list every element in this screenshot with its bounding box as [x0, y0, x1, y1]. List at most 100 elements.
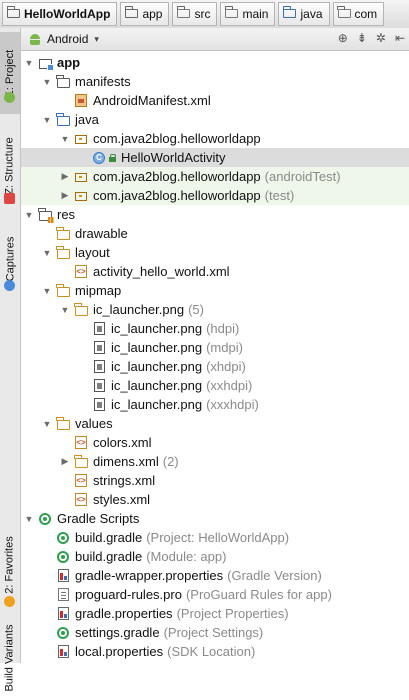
collapsed-arrow-icon[interactable]: ▶ [59, 190, 71, 201]
tree-node[interactable]: build.gradle (Project: HelloWorldApp) [21, 528, 409, 547]
tree-node[interactable]: ▼ java [21, 110, 409, 129]
expanded-arrow-icon[interactable]: ▼ [41, 248, 53, 258]
expanded-arrow-icon[interactable]: ▼ [23, 210, 35, 220]
tree-node[interactable]: ic_launcher.png (xhdpi) [21, 357, 409, 376]
source-folder-icon [55, 112, 71, 127]
tree-node[interactable]: <> strings.xml [21, 471, 409, 490]
tree-node-label: colors.xml [93, 435, 152, 450]
expanded-arrow-icon[interactable]: ▼ [41, 286, 53, 296]
tree-node[interactable]: ▶ com.java2blog.helloworldapp (androidTest… [21, 167, 409, 186]
tree-node-label: ic_launcher.png [111, 321, 203, 336]
tree-node[interactable]: ic_launcher.png (hdpi) [21, 319, 409, 338]
chevron-down-icon[interactable]: ▾ [94, 34, 99, 45]
tree-node-label: Gradle Scripts [57, 511, 140, 526]
tree-node[interactable]: ▼ values [21, 414, 409, 433]
folder-icon [177, 6, 191, 19]
xml-file-icon: <> [75, 436, 87, 449]
tree-node[interactable]: ▼ res [21, 205, 409, 224]
view-selector[interactable]: Android [47, 32, 88, 46]
tree-node-label: proguard-rules.pro [75, 587, 182, 602]
source-folder-icon [283, 6, 297, 19]
tree-node[interactable]: drawable [21, 224, 409, 243]
tree-node[interactable]: ic_launcher.png (mdpi) [21, 338, 409, 357]
tree-node-label: local.properties [75, 644, 164, 659]
tree-node[interactable]: <> colors.xml [21, 433, 409, 452]
tree-node[interactable]: ▼ app [21, 53, 409, 72]
gradle-icon [55, 626, 71, 640]
tab-favorites-label: 2: Favorites [4, 536, 16, 594]
tree-node-label: strings.xml [93, 473, 156, 488]
tree-node[interactable]: C HelloWorldActivity [21, 148, 409, 167]
properties-file-icon [55, 569, 71, 583]
gradle-icon [55, 550, 71, 564]
expanded-arrow-icon[interactable]: ▼ [23, 58, 35, 68]
breadcrumb-item-project[interactable]: HelloWorldApp [2, 2, 118, 26]
tree-node[interactable]: <> styles.xml [21, 490, 409, 509]
tree-node[interactable]: ▼ Gradle Scripts [21, 509, 409, 528]
breadcrumb-item-main[interactable]: main [220, 2, 276, 26]
tree-node[interactable]: proguard-rules.pro (ProGuard Rules for ap… [21, 585, 409, 604]
tab-captures-label: Captures [4, 236, 17, 282]
target-icon[interactable]: ⊕ [338, 31, 348, 45]
expanded-arrow-icon[interactable]: ▼ [59, 134, 71, 144]
tree-node[interactable]: <> activity_hello_world.xml [21, 262, 409, 281]
gradle-icon [55, 531, 71, 545]
tree-node-label: app [57, 55, 81, 70]
collapsed-arrow-icon[interactable]: ▶ [59, 456, 71, 467]
tree-node-label: HelloWorldActivity [121, 150, 226, 165]
tree-node[interactable]: ▶ com.java2blog.helloworldapp (test) [21, 186, 409, 205]
expanded-arrow-icon[interactable]: ▼ [41, 115, 53, 125]
tree-node[interactable]: ic_launcher.png (xxxhdpi) [21, 395, 409, 414]
tab-structure-label: Z: Structure [4, 137, 16, 195]
tree-node[interactable]: settings.gradle (Project Settings) [21, 623, 409, 642]
tool-window-strip: 1: Project Z: Structure Captures 2: Favo… [0, 28, 21, 692]
gear-icon[interactable]: ✲ [376, 31, 386, 45]
text-file-icon [55, 588, 71, 602]
breadcrumb-item-com[interactable]: com [332, 2, 385, 26]
collapse-all-icon[interactable]: ⇟ [357, 31, 367, 45]
tree-node[interactable]: ic_launcher.png (xxhdpi) [21, 376, 409, 395]
gradle-icon [37, 512, 53, 526]
tree-node-label: values [75, 416, 113, 431]
tree-node[interactable]: ▼ ic_launcher.png (5) [21, 300, 409, 319]
resource-folder-icon [55, 283, 71, 298]
tree-node[interactable]: local.properties (SDK Location) [21, 642, 409, 661]
tree-node[interactable]: AndroidManifest.xml [21, 91, 409, 110]
image-file-icon [91, 379, 107, 393]
tree-node[interactable]: ▶ dimens.xml (2) [21, 452, 409, 471]
tree-node[interactable]: build.gradle (Module: app) [21, 547, 409, 566]
tree-node-label: build.gradle [75, 549, 143, 564]
tree-node[interactable]: ▼ layout [21, 243, 409, 262]
breadcrumb-label: com [354, 7, 378, 21]
image-file-icon [91, 360, 107, 374]
class-icon: C [91, 151, 107, 165]
resource-folder-icon [55, 226, 71, 241]
project-panel-header: Android ▾ ⊕ ⇟ ✲ ⇤ [21, 28, 409, 51]
tree-node[interactable]: ▼ com.java2blog.helloworldapp [21, 129, 409, 148]
hide-panel-icon[interactable]: ⇤ [395, 31, 405, 45]
breadcrumb-item-app[interactable]: app [120, 2, 170, 26]
breadcrumb: HelloWorldApp app src main java com [0, 0, 409, 29]
package-icon [73, 170, 89, 184]
expanded-arrow-icon[interactable]: ▼ [41, 419, 53, 429]
breadcrumb-item-java[interactable]: java [278, 2, 330, 26]
collapsed-arrow-icon[interactable]: ▶ [59, 171, 71, 182]
project-tree: ▼ app ▼ manifests AndroidManifest.xml ▼ java ▼ c… [21, 50, 409, 663]
tree-node-label: com.java2blog.helloworldapp [93, 169, 261, 184]
tree-node-annotation: (2) [162, 454, 179, 469]
expanded-arrow-icon[interactable]: ▼ [41, 77, 53, 87]
tree-node-label: ic_launcher.png [111, 378, 203, 393]
xml-file-icon: <> [75, 265, 87, 278]
tree-node[interactable]: ▼ mipmap [21, 281, 409, 300]
breadcrumb-item-src[interactable]: src [172, 2, 218, 26]
tree-node-annotation: (Project Settings) [163, 625, 264, 640]
tab-build-variants[interactable]: Build Variants [0, 616, 20, 700]
tree-node-label: ic_launcher.png [93, 302, 185, 317]
expanded-arrow-icon[interactable]: ▼ [59, 305, 71, 315]
tree-node-annotation: (xhdpi) [206, 359, 246, 374]
tree-node[interactable]: gradle.properties (Project Properties) [21, 604, 409, 623]
tree-node[interactable]: ▼ manifests [21, 72, 409, 91]
tree-node[interactable]: gradle-wrapper.properties (Gradle Version… [21, 566, 409, 585]
breadcrumb-label: src [194, 7, 211, 21]
expanded-arrow-icon[interactable]: ▼ [23, 514, 35, 524]
